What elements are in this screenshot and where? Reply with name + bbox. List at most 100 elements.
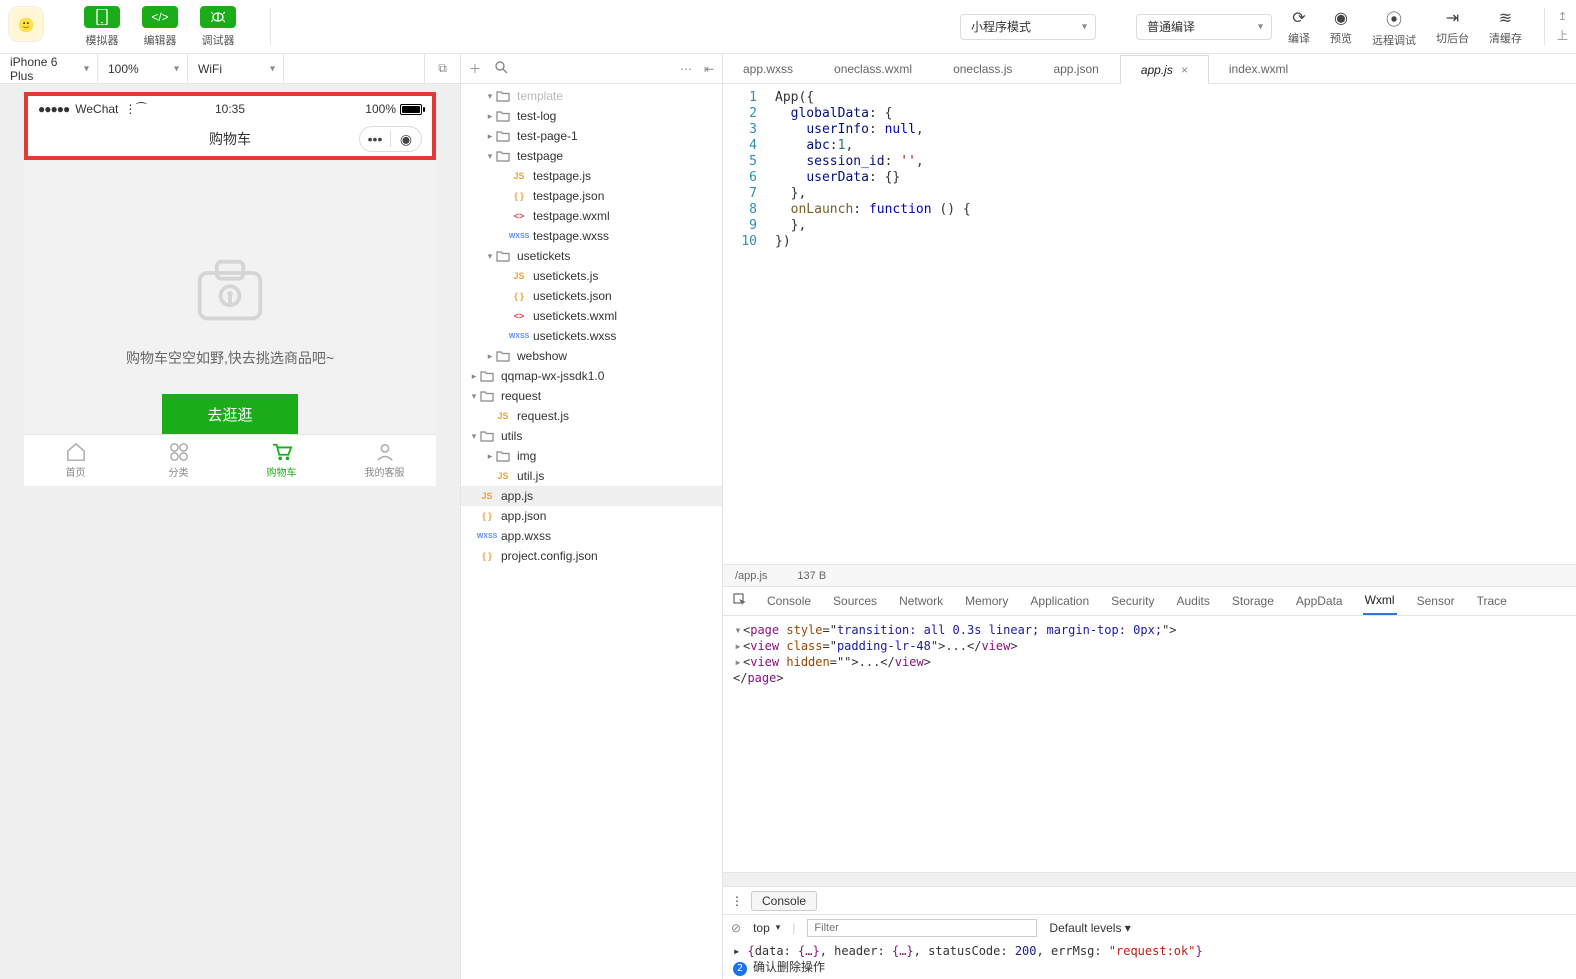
tree-file[interactable]: { }project.config.json [461, 546, 722, 566]
devtools-tab-console[interactable]: Console [765, 587, 813, 615]
file-size: 137 B [797, 570, 826, 582]
file-tree[interactable]: ▾template▸test-log▸test-page-1▾testpageJ… [461, 84, 722, 979]
simulator-label: 模拟器 [86, 32, 119, 48]
tree-folder[interactable]: ▸test-log [461, 106, 722, 126]
tree-file[interactable]: WXSSapp.wxss [461, 526, 722, 546]
console-tab[interactable]: Console [751, 891, 817, 911]
tab-category[interactable]: 分类 [127, 435, 230, 486]
background-button[interactable]: ⇥切后台 [1436, 2, 1469, 51]
devtools-tab-wxml[interactable]: Wxml [1363, 587, 1397, 615]
tree-file[interactable]: WXSStestpage.wxss [461, 226, 722, 246]
tree-folder[interactable]: ▾usetickets [461, 246, 722, 266]
devtools-tab-storage[interactable]: Storage [1230, 587, 1276, 615]
devtools-tab-application[interactable]: Application [1028, 587, 1091, 615]
preview-button[interactable]: ◉预览 [1330, 2, 1352, 51]
tree-file[interactable]: <>usetickets.wxml [461, 306, 722, 326]
add-file-icon[interactable]: ＋ [469, 60, 481, 77]
log-levels-select[interactable]: Default levels ▾ [1049, 921, 1130, 935]
tree-file[interactable]: JStestpage.js [461, 166, 722, 186]
more-icon[interactable]: ⋯ [680, 62, 692, 76]
code-content[interactable]: App({ globalData: { userInfo: null, abc:… [765, 84, 1576, 564]
console-filter-bar: ⊘ top ▾ | Default levels ▾ [723, 914, 1576, 940]
horizontal-scrollbar[interactable] [723, 872, 1576, 886]
tree-folder[interactable]: ▾testpage [461, 146, 722, 166]
clear-console-icon[interactable]: ⊘ [731, 921, 741, 935]
console-line[interactable]: ▸ {data: {…}, header: {…}, statusCode: 2… [733, 943, 1566, 959]
device-frame: ●●●●● WeChat ⋮⁀ 10:35 100% 购物车 ••• ◉ [24, 92, 436, 486]
code-editor[interactable]: 12345678910 App({ globalData: { userInfo… [723, 84, 1576, 564]
editor-tab[interactable]: index.wxml [1209, 54, 1309, 83]
console-line[interactable]: 2确认删除操作 [733, 959, 1566, 976]
detach-simulator-icon[interactable]: ⧉ [424, 54, 460, 83]
compile-button[interactable]: ⟳编译 [1288, 2, 1310, 51]
console-menu-icon[interactable]: ⋮ [731, 894, 743, 908]
devtools-tab-sources[interactable]: Sources [831, 587, 879, 615]
editor-label: 编辑器 [144, 32, 177, 48]
tree-file[interactable]: WXSSusetickets.wxss [461, 326, 722, 346]
network-select[interactable]: WiFi▾ [188, 54, 284, 83]
collapse-panel-icon[interactable]: ⇤ [704, 62, 714, 76]
capsule-menu-icon[interactable]: ••• [360, 127, 390, 151]
tree-folder[interactable]: ▸qqmap-wx-jssdk1.0 [461, 366, 722, 386]
context-select[interactable]: top ▾ [753, 921, 780, 935]
devtools-tab-appdata[interactable]: AppData [1294, 587, 1345, 615]
devtools-tab-memory[interactable]: Memory [963, 587, 1010, 615]
capsule-close-icon[interactable]: ◉ [391, 127, 421, 151]
editor-tabs: app.wxssoneclass.wxmloneclass.jsapp.json… [723, 54, 1576, 84]
tree-folder[interactable]: ▸webshow [461, 346, 722, 366]
tree-file[interactable]: JSapp.js [461, 486, 722, 506]
console-filter-input[interactable] [807, 919, 1037, 937]
editor-tab[interactable]: oneclass.wxml [814, 54, 933, 83]
go-shopping-button[interactable]: 去逛逛 [162, 394, 298, 434]
tree-file[interactable]: JSrequest.js [461, 406, 722, 426]
device-select[interactable]: iPhone 6 Plus▾ [0, 54, 98, 83]
toolbar-separator-2 [1544, 8, 1545, 45]
devtools-tab-sensor[interactable]: Sensor [1415, 587, 1457, 615]
tree-file[interactable]: { }app.json [461, 506, 722, 526]
simulator-stage: ●●●●● WeChat ⋮⁀ 10:35 100% 购物车 ••• ◉ [0, 84, 460, 979]
debugger-label: 调试器 [202, 32, 235, 48]
editor-toggle[interactable]: </> 编辑器 [142, 2, 178, 51]
tree-folder[interactable]: ▾template [461, 86, 722, 106]
wxml-inspector[interactable]: ▾<page style="transition: all 0.3s linea… [723, 616, 1576, 872]
cart-page: 购物车空空如野,快去挑选商品吧~ 去逛逛 [24, 160, 436, 434]
tree-folder[interactable]: ▾utils [461, 426, 722, 446]
devtools-tab-audits[interactable]: Audits [1175, 587, 1212, 615]
device-statusbar: ●●●●● WeChat ⋮⁀ 10:35 100% [28, 96, 432, 122]
tree-folder[interactable]: ▸img [461, 446, 722, 466]
upload-button-cut[interactable]: ↥上 [1557, 2, 1568, 51]
file-explorer-toolbar: ＋ ⋯ ⇤ [461, 54, 722, 84]
compile-mode-select[interactable]: 普通编译▾ [1136, 14, 1272, 40]
tab-cart[interactable]: 购物车 [230, 435, 333, 486]
console-output[interactable]: ▸ {data: {…}, header: {…}, statusCode: 2… [723, 940, 1576, 979]
main-toolbar: 模拟器 </> 编辑器 调试器 小程序模式▾ 普通编译▾ ⟳编译 ◉预览 ⦿远程… [0, 0, 1576, 54]
simulator-toggle[interactable]: 模拟器 [84, 2, 120, 51]
mode-select[interactable]: 小程序模式▾ [960, 14, 1096, 40]
debugger-toggle[interactable]: 调试器 [200, 2, 236, 51]
search-icon[interactable] [495, 61, 508, 77]
editor-tab[interactable]: app.json [1033, 54, 1119, 83]
devtools-tab-network[interactable]: Network [897, 587, 945, 615]
zoom-select[interactable]: 100%▾ [98, 54, 188, 83]
clear-cache-button[interactable]: ≋清缓存 [1489, 2, 1522, 51]
tree-file[interactable]: JSusetickets.js [461, 266, 722, 286]
toolbar-separator [270, 8, 271, 45]
tree-file[interactable]: JSutil.js [461, 466, 722, 486]
tree-file[interactable]: <>testpage.wxml [461, 206, 722, 226]
devtools-tab-trace[interactable]: Trace [1475, 587, 1509, 615]
editor-tab[interactable]: app.js× [1120, 55, 1209, 84]
wifi-icon: ⋮⁀ [124, 102, 146, 116]
remote-debug-button[interactable]: ⦿远程调试 [1372, 2, 1416, 51]
tree-file[interactable]: { }testpage.json [461, 186, 722, 206]
tree-file[interactable]: { }usetickets.json [461, 286, 722, 306]
devtools-tab-security[interactable]: Security [1109, 587, 1156, 615]
editor-tab[interactable]: app.wxss [723, 54, 814, 83]
tab-mine[interactable]: 我的客服 [333, 435, 436, 486]
element-picker-icon[interactable] [733, 593, 747, 610]
close-tab-icon[interactable]: × [1181, 63, 1188, 77]
tab-home[interactable]: 首页 [24, 435, 127, 486]
tree-folder[interactable]: ▸test-page-1 [461, 126, 722, 146]
editor-tab[interactable]: oneclass.js [933, 54, 1033, 83]
tree-folder[interactable]: ▾request [461, 386, 722, 406]
device-navbar: 购物车 ••• ◉ [28, 122, 432, 156]
